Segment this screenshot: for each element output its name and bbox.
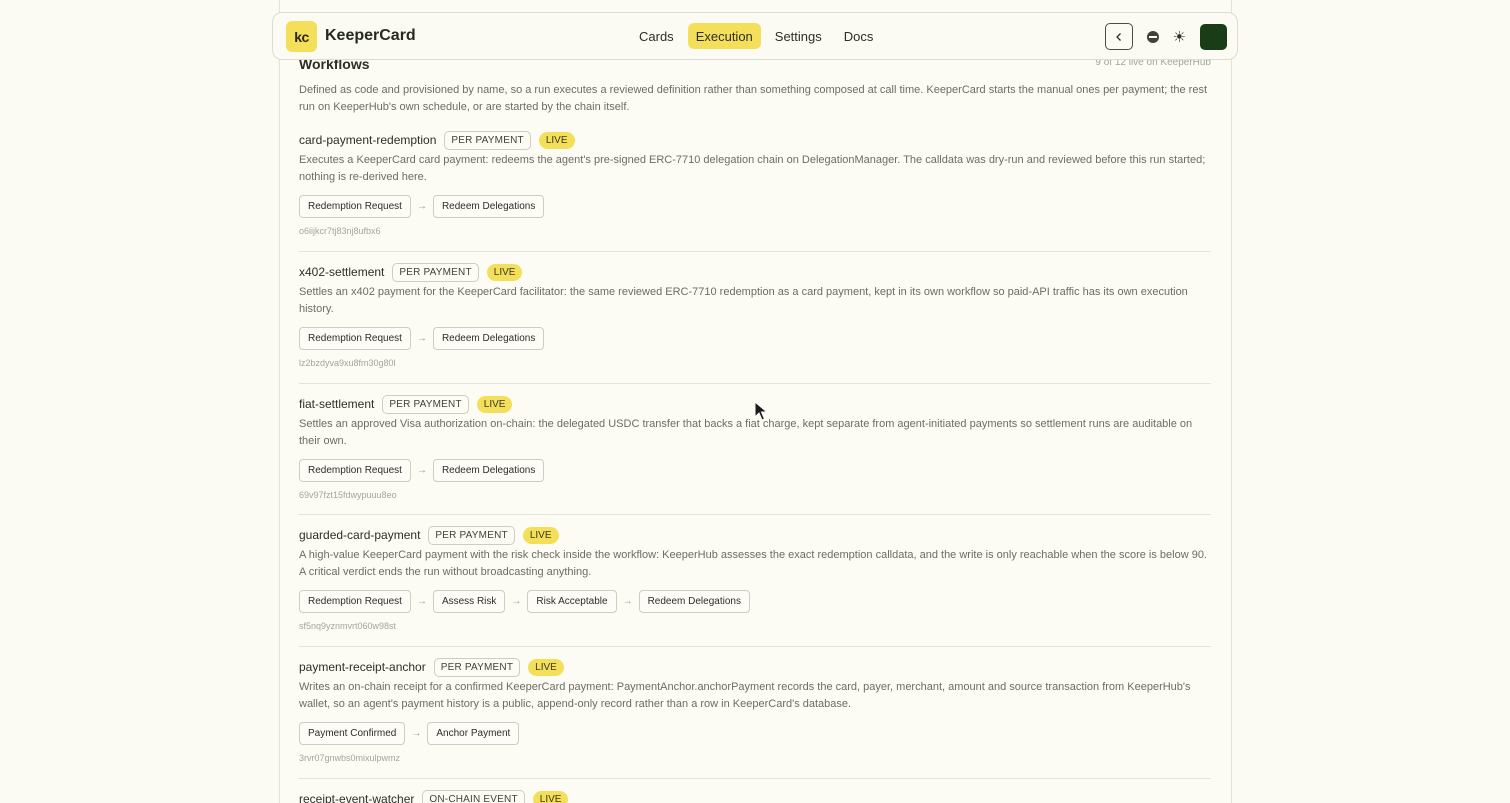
avatar[interactable]: [1200, 23, 1227, 50]
workflow-step[interactable]: Redemption Request: [299, 195, 411, 218]
workflow-id: 3rvr07gnwbs0mixulpwmz: [299, 753, 401, 763]
main-nav: Cards Execution Settings Docs: [631, 23, 881, 49]
workflow-description: Settles an approved Visa authorization o…: [299, 418, 1193, 447]
workflow-name[interactable]: fiat-settlement: [299, 397, 374, 411]
workflow-id: sf5nq9yznmvrt060w98st: [299, 621, 397, 631]
workflow-card: receipt-event-watcher ON-CHAIN EVENT LIV…: [299, 789, 1211, 803]
trigger-badge: PER PAYMENT: [433, 657, 521, 677]
trigger-badge: PER PAYMENT: [392, 262, 479, 282]
workflow-step[interactable]: Redeem Delegations: [432, 327, 545, 350]
arrow-right-icon: →: [411, 728, 422, 739]
divider: [299, 646, 1211, 647]
workflow-steps: Redemption Request → Redeem Delegations: [299, 195, 1211, 218]
arrow-right-icon: →: [511, 596, 522, 607]
workflow-card: guarded-card-payment PER PAYMENT LIVE A …: [299, 525, 1211, 631]
top-navigation-bar: kc KeeperCard Cards Execution Settings D…: [272, 12, 1238, 60]
arrow-right-icon: →: [416, 201, 427, 212]
workflow-name[interactable]: receipt-event-watcher: [299, 792, 414, 803]
workflow-name[interactable]: guarded-card-payment: [299, 528, 420, 542]
status-badge: LIVE: [476, 395, 513, 413]
workflow-steps: Redemption Request → Redeem Delegations: [299, 459, 1211, 482]
divider: [299, 514, 1211, 515]
nav-tab-docs[interactable]: Docs: [836, 23, 882, 49]
workflow-step[interactable]: Redemption Request: [299, 327, 411, 350]
workflow-step[interactable]: Redeem Delegations: [432, 459, 545, 482]
workflow-steps: Redemption Request → Assess Risk → Risk …: [299, 590, 1211, 613]
status-badge: LIVE: [538, 131, 575, 149]
workflow-description: A high-value KeeperCard payment with the…: [299, 549, 1207, 578]
section-intro: Defined as code and provisioned by name,…: [299, 84, 1208, 113]
workflow-name[interactable]: x402-settlement: [299, 265, 384, 279]
workflow-step[interactable]: Redemption Request: [299, 459, 411, 482]
keepercard-logo[interactable]: kc: [286, 21, 317, 52]
workflow-description: Writes an on-chain receipt for a confirm…: [299, 681, 1191, 710]
workflow-step[interactable]: Risk Acceptable: [527, 590, 617, 613]
brand-name[interactable]: KeeperCard: [325, 27, 416, 45]
status-badge: LIVE: [528, 658, 564, 676]
trigger-badge: PER PAYMENT: [428, 525, 515, 545]
arrow-right-icon: →: [416, 465, 427, 476]
trigger-badge: ON-CHAIN EVENT: [422, 789, 525, 803]
workflow-name[interactable]: card-payment-redemption: [299, 133, 436, 147]
workflow-step[interactable]: Redeem Delegations: [432, 195, 545, 218]
workflow-description: Settles an x402 payment for the KeeperCa…: [299, 286, 1188, 315]
nav-tab-settings[interactable]: Settings: [767, 23, 830, 49]
workflow-step[interactable]: Redeem Delegations: [638, 590, 750, 613]
divider: [299, 251, 1211, 252]
status-badge: LIVE: [486, 263, 523, 281]
workflow-name[interactable]: payment-receipt-anchor: [299, 660, 426, 674]
trigger-badge: PER PAYMENT: [382, 394, 469, 414]
workflow-id: lz2bzdyva9xu8fm30g80l: [299, 358, 396, 368]
workflow-id: o6iijkcr7tj83nj8ufbx6: [299, 226, 381, 236]
nav-tab-cards[interactable]: Cards: [631, 23, 682, 49]
workflow-card: x402-settlement PER PAYMENT LIVE Settles…: [299, 262, 1211, 368]
workflow-steps: Redemption Request → Redeem Delegations: [299, 327, 1211, 350]
arrow-right-icon: →: [622, 596, 633, 607]
workflow-card: card-payment-redemption PER PAYMENT LIVE…: [299, 130, 1211, 236]
moon-icon[interactable]: [1146, 30, 1159, 43]
workflow-step[interactable]: Payment Confirmed: [299, 722, 406, 745]
arrow-right-icon: →: [416, 596, 427, 607]
trigger-badge: PER PAYMENT: [444, 130, 531, 150]
workflow-id: 69v97fzt15fdwypuuu8eo: [299, 490, 397, 500]
divider: [299, 778, 1211, 779]
mouse-cursor-icon: [754, 401, 768, 421]
workflow-description: Executes a KeeperCard card payment: rede…: [299, 154, 1206, 183]
sun-icon[interactable]: ☀: [1173, 28, 1186, 46]
nav-tab-execution[interactable]: Execution: [687, 23, 761, 49]
workflow-step[interactable]: Assess Risk: [432, 590, 506, 613]
status-badge: LIVE: [532, 790, 569, 803]
workflow-step[interactable]: Anchor Payment: [427, 722, 520, 745]
status-badge: LIVE: [522, 526, 559, 544]
workflow-step[interactable]: Redemption Request: [299, 590, 411, 613]
chevron-left-icon: [1115, 32, 1121, 41]
workflow-card: payment-receipt-anchor PER PAYMENT LIVE …: [299, 657, 1211, 763]
arrow-right-icon: →: [416, 333, 427, 344]
workflow-steps: Payment Confirmed → Anchor Payment: [299, 722, 1211, 745]
toolbar-actions: ☀: [1104, 23, 1227, 50]
back-button[interactable]: [1104, 23, 1133, 50]
divider: [299, 383, 1211, 384]
